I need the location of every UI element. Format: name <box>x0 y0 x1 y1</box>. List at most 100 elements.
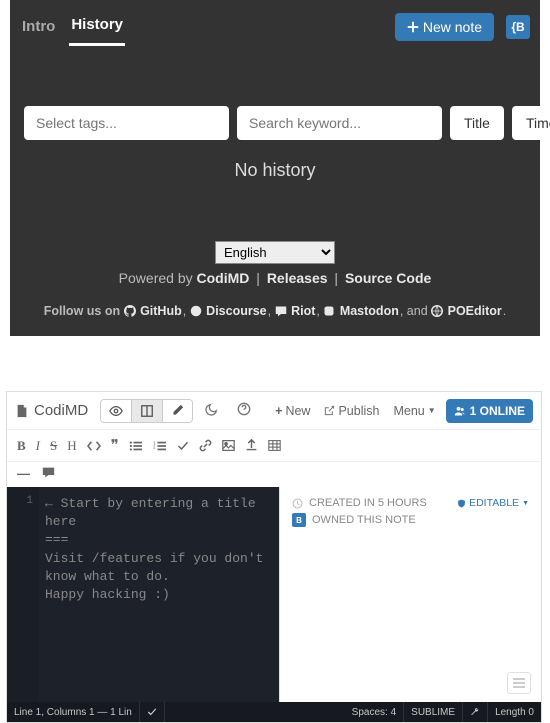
owner-badge-icon: B <box>292 513 306 527</box>
publish-link[interactable]: Publish <box>320 401 383 421</box>
status-check[interactable] <box>140 702 165 722</box>
search-input[interactable] <box>237 106 442 140</box>
users-icon <box>454 405 466 417</box>
image-icon <box>222 439 235 452</box>
heading-button[interactable]: H <box>67 438 76 454</box>
online-button[interactable]: 1 ONLINE <box>446 399 533 423</box>
no-history-message: No history <box>10 148 540 241</box>
table-icon <box>268 439 281 452</box>
plus-icon <box>407 21 419 33</box>
status-bar: Line 1, Columns 1 — 1 Lin Spaces: 4 SUBL… <box>7 702 541 722</box>
checklist-button[interactable] <box>177 440 189 452</box>
code-button[interactable] <box>87 440 101 452</box>
releases-link[interactable]: Releases <box>267 270 328 286</box>
quote-button[interactable]: ❞ <box>111 436 119 455</box>
new-label: New <box>285 404 310 418</box>
owned-row: B OWNED THIS NOTE <box>292 513 529 527</box>
format-toolbar: B I S H ❞ 12 <box>7 430 541 462</box>
image-button[interactable] <box>222 439 235 452</box>
hr-button[interactable]: — <box>17 466 30 481</box>
list-ol-icon: 12 <box>153 440 167 452</box>
menu-dropdown[interactable]: Menu ▼ <box>389 401 439 421</box>
code-pane[interactable]: 1 ← Start by entering a title here === V… <box>7 487 279 702</box>
menu-icon <box>513 678 525 688</box>
new-note-label: New note <box>423 19 482 35</box>
github-link[interactable]: GitHub <box>140 304 182 318</box>
status-length[interactable]: Length 0 <box>488 702 541 722</box>
theme-toggle-button[interactable] <box>199 398 225 423</box>
table-button[interactable] <box>268 439 281 452</box>
new-link[interactable]: +New <box>271 401 314 421</box>
status-wrench[interactable] <box>463 702 488 722</box>
editor-topbar: CodiMD +New Publish Men <box>7 392 541 430</box>
code-gutter: 1 <box>7 487 39 702</box>
help-icon <box>237 402 251 416</box>
link-button[interactable] <box>199 439 212 452</box>
created-label: CREATED IN 5 HOURS <box>309 497 427 509</box>
ul-button[interactable] <box>129 440 143 452</box>
editable-dropdown[interactable]: EDITABLE ▼ <box>457 497 529 509</box>
eye-icon <box>109 404 123 418</box>
top-tabs-bar: Intro History New note {B <box>10 0 540 46</box>
powered-by-row: Powered by CodiMD | Releases | Source Co… <box>10 270 540 286</box>
preview-pane: EDITABLE ▼ CREATED IN 5 HOURS B OWNED TH… <box>279 487 541 702</box>
follow-prefix: Follow us on <box>44 304 124 318</box>
sort-time-button[interactable]: Time <box>512 106 550 140</box>
publish-label: Publish <box>338 404 379 418</box>
menu-label: Menu <box>393 404 424 418</box>
mastodon-icon <box>323 305 335 317</box>
code-text[interactable]: ← Start by entering a title here === Vis… <box>39 487 279 702</box>
poeditor-icon <box>431 305 443 317</box>
editor-brand-label: CodiMD <box>34 402 88 419</box>
upload-icon <box>245 439 258 452</box>
tab-history[interactable]: History <box>69 8 125 46</box>
file-icon <box>15 404 29 418</box>
new-note-button[interactable]: New note <box>395 13 494 41</box>
moon-icon <box>205 402 219 416</box>
riot-link[interactable]: Riot <box>291 304 315 318</box>
help-button[interactable] <box>231 398 257 423</box>
status-spaces[interactable]: Spaces: 4 <box>345 702 404 722</box>
follow-row: Follow us on GitHub, Discourse, Riot, Ma… <box>10 304 540 318</box>
mode-split-button[interactable] <box>132 400 163 422</box>
status-position[interactable]: Line 1, Columns 1 — 1 Lin <box>7 702 140 722</box>
upload-button[interactable] <box>245 439 258 452</box>
owned-label: OWNED THIS NOTE <box>312 514 416 526</box>
history-panel: Intro History New note {B Title Time No … <box>10 0 540 336</box>
format-toolbar-row2: — <box>7 462 541 487</box>
status-keymap[interactable]: SUBLIME <box>404 702 463 722</box>
bold-button[interactable]: B <box>17 438 26 454</box>
github-icon <box>124 305 136 317</box>
and-sep: , and <box>400 304 431 318</box>
editor-split: 1 ← Start by entering a title here === V… <box>7 487 541 702</box>
mode-view-button[interactable] <box>101 400 132 422</box>
mastodon-link[interactable]: Mastodon <box>340 304 399 318</box>
columns-icon <box>140 404 154 418</box>
source-link[interactable]: Source Code <box>345 270 431 286</box>
comment-button[interactable] <box>42 466 55 481</box>
editor-brand[interactable]: CodiMD <box>15 402 88 419</box>
tab-intro[interactable]: Intro <box>20 10 57 45</box>
wrench-icon <box>470 707 480 717</box>
discourse-link[interactable]: Discourse <box>206 304 266 318</box>
tags-input[interactable] <box>24 106 229 140</box>
clock-icon <box>292 498 303 509</box>
sort-title-button[interactable]: Title <box>450 106 504 140</box>
ol-button[interactable]: 12 <box>153 440 167 452</box>
editable-label: EDITABLE <box>469 497 519 509</box>
check-icon <box>147 707 157 717</box>
code-icon <box>87 440 101 452</box>
codimd-logo-badge[interactable]: {B <box>506 15 530 39</box>
toc-toggle-button[interactable] <box>507 672 531 694</box>
strike-button[interactable]: S <box>50 438 57 454</box>
poeditor-link[interactable]: POEditor <box>448 304 502 318</box>
language-select[interactable]: English <box>215 241 335 264</box>
link-icon <box>199 439 212 452</box>
mode-edit-button[interactable] <box>163 400 192 422</box>
caret-down-icon: ▼ <box>522 500 529 507</box>
brand-link[interactable]: CodiMD <box>197 270 250 286</box>
italic-button[interactable]: I <box>36 438 40 454</box>
discourse-icon <box>190 305 202 317</box>
filter-row: Title Time <box>10 46 540 148</box>
riot-icon <box>275 305 287 317</box>
